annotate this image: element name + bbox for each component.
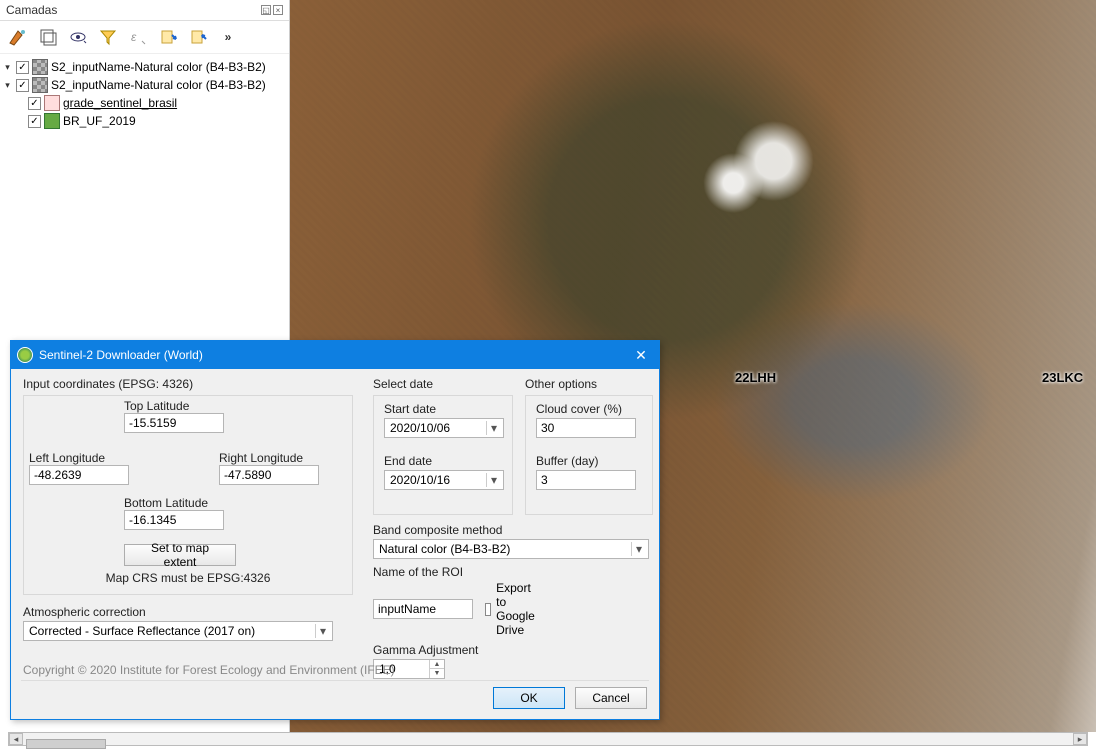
filter-icon[interactable] <box>97 26 119 48</box>
layer-row[interactable]: ▾ S2_inputName-Natural color (B4-B3-B2) <box>2 58 287 76</box>
expand-all-icon[interactable] <box>157 26 179 48</box>
layer-label: S2_inputName-Natural color (B4-B3-B2) <box>51 78 266 92</box>
horizontal-scrollbar[interactable]: ◂ ▸ <box>8 732 1088 746</box>
cloud-cover-input[interactable] <box>536 418 636 438</box>
buffer-label: Buffer (day) <box>536 454 642 468</box>
expand-icon[interactable]: ▾ <box>2 62 13 73</box>
visibility-icon[interactable] <box>67 26 89 48</box>
layers-tree: ▾ S2_inputName-Natural color (B4-B3-B2) … <box>0 54 289 134</box>
ok-button[interactable]: OK <box>493 687 565 709</box>
left-lon-input[interactable] <box>29 465 129 485</box>
scroll-left-icon[interactable]: ◂ <box>9 733 23 745</box>
tile-label: 23LKC <box>1042 370 1083 385</box>
start-date-value: 2020/10/06 <box>390 421 450 435</box>
top-lat-input[interactable] <box>124 413 224 433</box>
left-lon-label: Left Longitude <box>29 451 129 465</box>
other-options-label: Other options <box>525 377 653 391</box>
band-composite-value: Natural color (B4-B3-B2) <box>379 542 510 556</box>
spinner-down-icon: ▼ <box>430 669 444 678</box>
tile-label: 22LHH <box>735 370 776 385</box>
layer-checkbox[interactable] <box>28 115 41 128</box>
buffer-input[interactable] <box>536 470 636 490</box>
start-date-label: Start date <box>384 402 502 416</box>
vector-swatch-icon <box>44 95 60 111</box>
chevron-down-icon: ▾ <box>486 421 501 435</box>
band-composite-combo[interactable]: Natural color (B4-B3-B2) ▾ <box>373 539 649 559</box>
band-composite-label: Band composite method <box>373 523 513 537</box>
layer-label: S2_inputName-Natural color (B4-B3-B2) <box>51 60 266 74</box>
spinner-buttons[interactable]: ▲▼ <box>429 660 444 678</box>
toolbar-overflow-icon[interactable]: » <box>217 26 239 48</box>
undock-icon[interactable]: ◱ <box>261 5 271 15</box>
chevron-down-icon: ▾ <box>486 473 501 487</box>
layer-checkbox[interactable] <box>28 97 41 110</box>
close-panel-icon[interactable]: × <box>273 5 283 15</box>
layer-label: BR_UF_2019 <box>63 114 136 128</box>
checkbox-icon <box>485 603 491 616</box>
copyright-text: Copyright © 2020 Institute for Forest Ec… <box>23 663 395 677</box>
end-date-input[interactable]: 2020/10/16 ▾ <box>384 470 504 490</box>
atm-correction-value: Corrected - Surface Reflectance (2017 on… <box>29 624 255 638</box>
scroll-right-icon[interactable]: ▸ <box>1073 733 1087 745</box>
add-group-icon[interactable] <box>37 26 59 48</box>
layer-row[interactable]: grade_sentinel_brasil <box>2 94 287 112</box>
layer-label: grade_sentinel_brasil <box>63 96 177 110</box>
qgis-icon <box>17 347 33 363</box>
dialog-titlebar[interactable]: Sentinel-2 Downloader (World) ✕ <box>11 341 659 369</box>
export-gdrive-checkbox[interactable]: Export to Google Drive <box>485 581 542 637</box>
layers-panel-titlebar: Camadas ◱ × <box>0 0 289 21</box>
top-lat-label: Top Latitude <box>124 399 224 413</box>
style-icon[interactable] <box>7 26 29 48</box>
other-options-group: Cloud cover (%) Buffer (day) <box>525 395 653 515</box>
end-date-label: End date <box>384 454 502 468</box>
raster-swatch-icon <box>32 77 48 93</box>
cancel-button[interactable]: Cancel <box>575 687 647 709</box>
spinner-up-icon: ▲ <box>430 660 444 669</box>
scroll-thumb[interactable] <box>26 739 106 749</box>
bottom-lat-input[interactable] <box>124 510 224 530</box>
expression-icon[interactable]: ε <box>127 26 149 48</box>
vector-swatch-icon <box>44 113 60 129</box>
coords-group: Top Latitude Left Longitude Right Longit… <box>23 395 353 595</box>
layers-panel-title: Camadas <box>6 3 57 17</box>
atm-correction-label: Atmospheric correction <box>23 605 353 619</box>
gamma-label: Gamma Adjustment <box>373 643 513 657</box>
set-extent-button[interactable]: Set to map extent <box>124 544 236 566</box>
end-date-value: 2020/10/16 <box>390 473 450 487</box>
crs-note: Map CRS must be EPSG:4326 <box>24 571 352 585</box>
roi-name-label: Name of the ROI <box>373 565 513 579</box>
chevron-down-icon: ▾ <box>631 542 646 556</box>
sentinel-downloader-dialog: Sentinel-2 Downloader (World) ✕ Input co… <box>10 340 660 720</box>
select-date-label: Select date <box>373 377 513 391</box>
layers-toolbar: ε » <box>0 21 289 54</box>
roi-name-input[interactable] <box>373 599 473 619</box>
cloud-cover-label: Cloud cover (%) <box>536 402 642 416</box>
input-coords-label: Input coordinates (EPSG: 4326) <box>23 377 353 391</box>
layer-row[interactable]: ▾ S2_inputName-Natural color (B4-B3-B2) <box>2 76 287 94</box>
right-lon-input[interactable] <box>219 465 319 485</box>
svg-text:ε: ε <box>131 30 137 44</box>
raster-swatch-icon <box>32 59 48 75</box>
export-gdrive-label: Export to Google Drive <box>496 581 542 637</box>
close-icon[interactable]: ✕ <box>629 345 653 365</box>
layer-checkbox[interactable] <box>16 61 29 74</box>
dialog-separator <box>21 680 649 681</box>
layer-checkbox[interactable] <box>16 79 29 92</box>
bottom-lat-label: Bottom Latitude <box>124 496 224 510</box>
layer-row[interactable]: BR_UF_2019 <box>2 112 287 130</box>
start-date-input[interactable]: 2020/10/06 ▾ <box>384 418 504 438</box>
chevron-down-icon: ▾ <box>315 624 330 638</box>
collapse-all-icon[interactable] <box>187 26 209 48</box>
date-group: Start date 2020/10/06 ▾ End date 2020/10… <box>373 395 513 515</box>
dialog-title: Sentinel-2 Downloader (World) <box>39 348 203 362</box>
right-lon-label: Right Longitude <box>219 451 319 465</box>
atm-correction-combo[interactable]: Corrected - Surface Reflectance (2017 on… <box>23 621 333 641</box>
expand-icon[interactable]: ▾ <box>2 80 13 91</box>
